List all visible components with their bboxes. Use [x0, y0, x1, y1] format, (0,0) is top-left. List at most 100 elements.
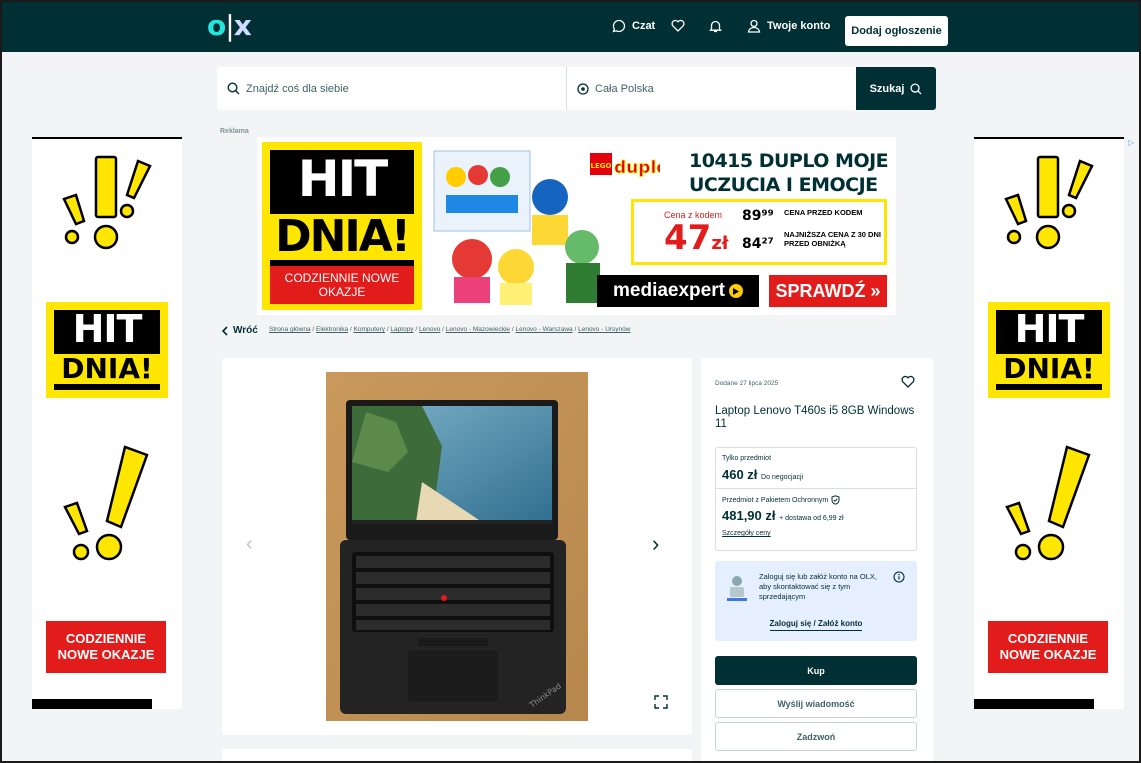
top-banner-ad[interactable]: HIT DNIA! CODZIENNIE NOWE OKAZJE LEGO du… [257, 137, 896, 315]
search-section: Znajdź coś dla siebie Cała Polska Szukaj [2, 52, 1139, 137]
hit-text: HIT [297, 150, 389, 208]
exclamation-icon [1005, 445, 1091, 561]
add-listing-button[interactable]: Dodaj ogłoszenie [845, 16, 948, 46]
breadcrumb-item[interactable]: Laptopy [390, 326, 413, 333]
olx-logo[interactable]: o|x [207, 9, 252, 42]
listing-sidebar: Dodane 27 lipca 2025 Laptop Lenovo T460s… [701, 358, 933, 761]
lego-text: LEGO [591, 162, 612, 170]
price-divider [716, 488, 916, 489]
exclamation-icon [62, 155, 152, 250]
item-only-price: 460 zł Do negocjacji [722, 467, 803, 482]
listing-title: Laptop Lenovo T460s i5 8GB Windows 11 [715, 405, 915, 430]
ad-label: Reklama [220, 128, 249, 135]
lowest-price: 84²⁷ [742, 236, 774, 252]
dnia-text: DNIA! [988, 354, 1110, 384]
breadcrumb-item[interactable]: Lenovo - Ursynów [578, 326, 630, 333]
ad-cta-button[interactable]: SPRAWDŹ » [769, 275, 887, 307]
chat-label: Czat [632, 20, 656, 32]
breadcrumb-item[interactable]: Lenovo [419, 326, 440, 333]
code-price-value: 47 [664, 218, 712, 258]
search-input[interactable]: Znajdź coś dla siebie [217, 67, 566, 110]
left-side-ad[interactable]: HIT DNIA! CODZIENNIE NOWE OKAZJE [32, 137, 182, 709]
dnia-text: DNIA! [46, 354, 168, 384]
ad-product-title: 10415 DUPLO MOJE UCZUCIA I EMOCJE [689, 149, 889, 197]
description-card [222, 749, 692, 761]
login-prompt-card: Zaloguj się lub załóż konto na OLX, aby … [715, 561, 917, 641]
lowest-price-label: NAJNIŻSZA CENA Z 30 DNI PRZED OBNIŻKĄ [784, 230, 881, 248]
price-before-code: 89⁹⁹ [742, 208, 774, 224]
search-icon [910, 82, 922, 95]
search-form: Znajdź coś dla siebie Cała Polska Szukaj [217, 67, 936, 110]
login-prompt-text: Zaloguj się lub załóż konto na OLX, aby … [759, 572, 877, 601]
info-icon[interactable] [893, 571, 905, 583]
code-price: 47zł [664, 218, 728, 264]
search-placeholder: Znajdź coś dla siebie [246, 82, 349, 95]
search-icon [227, 82, 240, 95]
logo-o: o [207, 9, 226, 42]
heart-icon [671, 19, 685, 32]
search-button[interactable]: Szukaj [856, 67, 936, 110]
account-link[interactable]: Twoje konto [747, 19, 830, 33]
shield-check-icon [831, 495, 840, 505]
browser-viewport: o|x Czat Twoje konto Dodaj ogłoszenie Zn… [0, 0, 1141, 763]
send-message-button[interactable]: Wyślij wiadomość [715, 689, 917, 718]
bell-icon [709, 20, 722, 33]
back-link[interactable]: Wróć [221, 325, 258, 336]
location-pin-icon [577, 82, 589, 95]
listing-photo[interactable]: ThinkPad [326, 372, 588, 721]
price-box: Tylko przedmiot 460 zł Do negocjacji Prz… [715, 447, 917, 551]
location-value: Cała Polska [595, 82, 654, 95]
fullscreen-icon[interactable] [654, 695, 668, 709]
back-label: Wróć [233, 325, 258, 336]
photo-gallery: ThinkPad ‹ › [222, 358, 692, 735]
chat-link[interactable]: Czat [612, 19, 655, 33]
chat-bubble-icon [612, 19, 626, 33]
breadcrumb: Strona główna / Elektronika / Komputery … [269, 326, 631, 333]
heart-icon[interactable] [901, 375, 915, 388]
hit-text: HIT [72, 307, 143, 351]
ad-divider [32, 137, 182, 139]
shipping-label: + dostawa od 6,99 zł [779, 515, 844, 522]
price-before-label: CENA PRZED KODEM [784, 208, 863, 217]
right-side-ad[interactable]: HIT DNIA! CODZIENNIE NOWE OKAZJE [974, 137, 1124, 709]
store-name: mediaexpert [613, 280, 725, 301]
previous-photo-button[interactable]: ‹ [246, 533, 253, 556]
ad-price-box: Cena z kodem 47zł 89⁹⁹ CENA PRZED KODEM … [631, 199, 887, 265]
exclamation-icon [63, 445, 149, 561]
notifications-button[interactable] [709, 19, 722, 33]
laptop-photo: ThinkPad [326, 372, 588, 721]
lego-duplo-logo: LEGO duplo [590, 153, 660, 178]
adchoices-icon[interactable]: ▷ [1128, 138, 1134, 147]
package-price: 481,90 zł + dostawa od 6,99 zł [722, 508, 844, 523]
ad-strip [974, 699, 1094, 709]
negotiable-label: Do negocjacji [761, 474, 804, 481]
ad-strip [32, 699, 152, 709]
logo-x: x [233, 9, 252, 42]
user-icon [747, 19, 761, 33]
login-link-label: Zaloguj się / Załóż konto [769, 619, 863, 631]
top-navigation-bar: o|x Czat Twoje konto Dodaj ogłoszenie [2, 2, 1139, 52]
ad-divider [974, 137, 1124, 139]
breadcrumb-item[interactable]: Strona główna [269, 326, 311, 333]
call-button[interactable]: Zadzwoń [715, 722, 917, 751]
breadcrumb-item[interactable]: Komputery [354, 326, 385, 333]
dnia-text: DNIA! [262, 214, 422, 260]
login-link[interactable]: Zaloguj się / Załóż konto [715, 619, 917, 631]
favorites-button[interactable] [671, 19, 685, 32]
location-input[interactable]: Cała Polska [566, 67, 856, 110]
user-illustration-icon [727, 576, 747, 601]
hit-dnia-badge: HIT DNIA! CODZIENNIE NOWE OKAZJE [262, 142, 422, 310]
hit-dnia-badge: HIT DNIA! [988, 302, 1110, 398]
next-photo-button[interactable]: › [652, 531, 659, 557]
item-only-label: Tylko przedmiot [722, 455, 772, 462]
hit-text: HIT [1014, 307, 1085, 351]
chevron-left-icon [221, 325, 228, 336]
package-price-value: 481,90 zł [722, 508, 776, 523]
breadcrumb-item[interactable]: Elektronika [316, 326, 348, 333]
package-label-text: Przedmiot z Pakietem Ochronnym [722, 496, 829, 504]
buy-button[interactable]: Kup [715, 656, 917, 685]
breadcrumb-item[interactable]: Lenovo - Mazowieckie [446, 326, 510, 333]
ad-product-title-line1: 10415 DUPLO MOJE [689, 150, 889, 172]
breadcrumb-item[interactable]: Lenovo - Warszawa [515, 326, 572, 333]
price-details-link[interactable]: Szczegóły ceny [722, 530, 771, 537]
